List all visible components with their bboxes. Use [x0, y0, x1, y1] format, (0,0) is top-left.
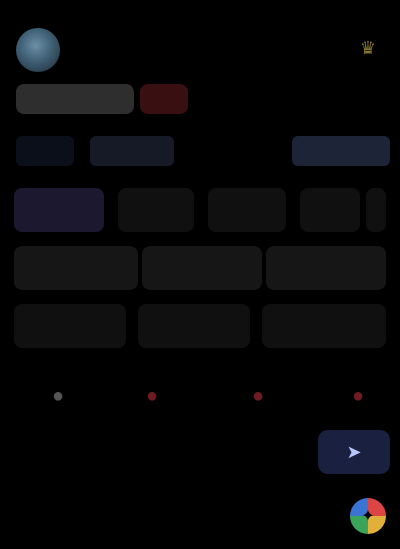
- grid-row-1: [14, 188, 386, 232]
- secondary-item[interactable]: [250, 438, 320, 466]
- sparkle-icon[interactable]: ✦: [350, 498, 386, 534]
- symbol-icon[interactable]: ●: [232, 370, 284, 422]
- grid-item[interactable]: [208, 188, 286, 232]
- grid-item[interactable]: [366, 188, 386, 232]
- crown-icon[interactable]: ♛: [350, 34, 386, 62]
- footer: ✦: [14, 488, 386, 544]
- grid-item[interactable]: [14, 304, 126, 348]
- tab-3[interactable]: [292, 136, 390, 166]
- secondary-item[interactable]: [32, 438, 102, 466]
- grid-item[interactable]: [118, 188, 194, 232]
- secondary-item[interactable]: [144, 438, 214, 466]
- tab-1[interactable]: [16, 136, 74, 166]
- symbol-icon[interactable]: ●: [126, 370, 178, 422]
- grid-item[interactable]: [14, 188, 104, 232]
- symbols-row: ● ● ● ●: [14, 370, 386, 422]
- grid-item[interactable]: [14, 246, 138, 290]
- grid-item[interactable]: [142, 246, 262, 290]
- app-screen: ♛ ● ● ● ● ➤ ✦: [0, 0, 400, 549]
- grid-row-3: [14, 304, 386, 348]
- grid-row-2: [14, 246, 386, 290]
- primary-action-button[interactable]: [16, 84, 134, 114]
- grid-item[interactable]: [300, 188, 360, 232]
- avatar[interactable]: [16, 28, 60, 72]
- tab-2[interactable]: [90, 136, 174, 166]
- grid-item[interactable]: [262, 304, 386, 348]
- grid-item[interactable]: [266, 246, 386, 290]
- grid-item[interactable]: [138, 304, 250, 348]
- badge-button[interactable]: [140, 84, 188, 114]
- symbol-icon[interactable]: ●: [332, 370, 384, 422]
- tab-bar: [10, 136, 390, 166]
- send-button[interactable]: ➤: [318, 430, 390, 474]
- symbol-icon[interactable]: ●: [32, 370, 84, 422]
